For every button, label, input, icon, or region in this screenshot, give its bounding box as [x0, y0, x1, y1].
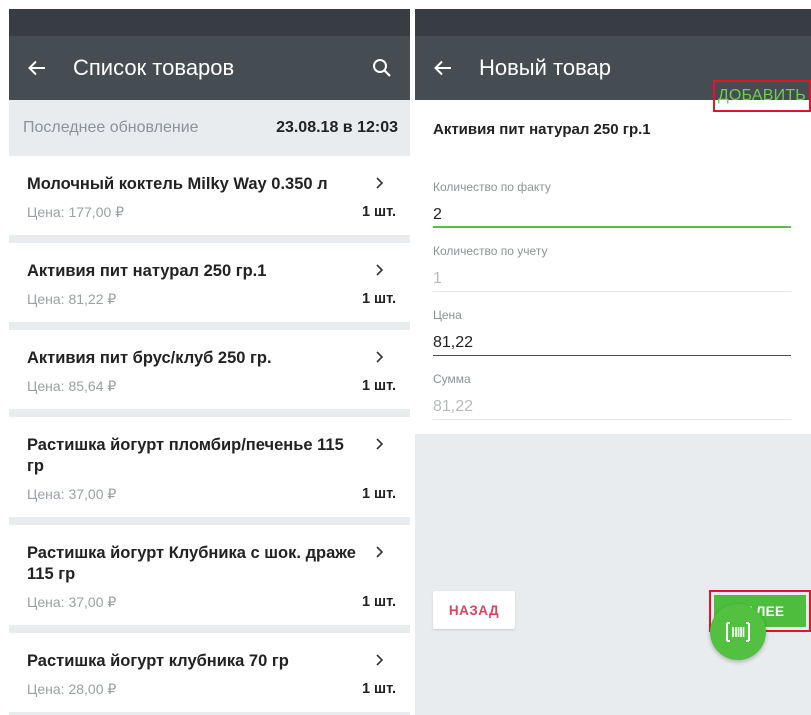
chevron-right-icon — [376, 351, 384, 363]
product-qty: 1 шт. — [361, 291, 396, 307]
product-name: Активия пит натурал 250 гр.1 — [27, 262, 267, 280]
add-button[interactable]: ДОБАВИТЬ — [712, 80, 811, 112]
product-price: Цена: 37,00 ₽ — [27, 593, 117, 610]
product-form: Активия пит натурал 250 гр.1 Количество … — [415, 100, 811, 434]
chevron-right-icon — [376, 654, 384, 666]
product-price: Цена: 85,64 ₽ — [27, 377, 117, 394]
product-name: Активия пит натурал 250 гр.1 — [433, 121, 651, 138]
list-item[interactable]: Растишка йогурт клубника 70 гр Цена: 28,… — [9, 633, 410, 712]
field-label: Количество по факту — [433, 180, 551, 194]
arrow-left-icon — [28, 60, 45, 76]
product-qty: 1 шт. — [361, 681, 396, 697]
list-item[interactable]: Активия пит брус/клуб 250 гр. Цена: 85,6… — [9, 330, 410, 409]
search-icon — [373, 59, 391, 77]
product-price: Цена: 177,00 ₽ — [27, 203, 125, 220]
chevron-right-icon — [376, 546, 384, 558]
actual-quantity-field[interactable]: Количество по факту 2 — [433, 180, 791, 228]
product-price: Цена: 37,00 ₽ — [27, 485, 117, 502]
product-price: Цена: 81,22 ₽ — [27, 290, 117, 307]
accounted-quantity-value: 1 — [433, 262, 791, 292]
field-label: Цена — [433, 308, 462, 322]
search-button[interactable] — [354, 36, 410, 100]
status-bar — [415, 9, 811, 36]
arrow-left-icon — [434, 60, 451, 76]
last-update-row: Последнее обновление 23.08.18 в 12:03 — [9, 100, 410, 156]
product-list-screen: Список товаров Последнее обновление 23.0… — [9, 9, 410, 715]
price-field[interactable]: Цена 81,22 — [433, 308, 791, 356]
back-button[interactable] — [415, 36, 471, 100]
chevron-right-icon — [376, 177, 384, 189]
list-item[interactable]: Молочный коктель Milky Way 0.350 л Цена:… — [9, 156, 410, 235]
product-name: Растишка йогурт Клубника с шок. драже 11… — [27, 544, 356, 583]
product-list: Молочный коктель Milky Way 0.350 л Цена:… — [9, 156, 410, 712]
chevron-right-icon — [376, 264, 384, 276]
field-label: Количество по учету — [433, 244, 548, 258]
page-title: Новый товар — [479, 55, 611, 80]
last-update-label: Последнее обновление — [23, 119, 199, 136]
status-bar — [9, 9, 410, 36]
sum-field: Сумма 81,22 — [433, 372, 791, 420]
accounted-quantity-field: Количество по учету 1 — [433, 244, 791, 292]
product-name: Растишка йогурт пломбир/печенье 115 гр — [27, 436, 344, 475]
back-text-button[interactable]: НАЗАД — [433, 591, 515, 629]
product-qty: 1 шт. — [361, 594, 396, 610]
back-button[interactable] — [9, 36, 65, 100]
page-title: Список товаров — [73, 55, 235, 80]
product-name: Активия пит брус/клуб 250 гр. — [27, 349, 272, 367]
product-price: Цена: 28,00 ₽ — [27, 680, 117, 697]
product-name: Растишка йогурт клубника 70 гр — [27, 652, 289, 670]
list-item[interactable]: Активия пит натурал 250 гр.1 Цена: 81,22… — [9, 243, 410, 322]
chevron-right-icon — [376, 438, 384, 450]
list-item[interactable]: Растишка йогурт Клубника с шок. драже 11… — [9, 525, 410, 625]
last-update-value: 23.08.18 в 12:03 — [276, 119, 398, 136]
new-product-screen: Новый товар ДОБАВИТЬ Активия пит натурал… — [415, 9, 811, 715]
sum-value: 81,22 — [433, 390, 791, 420]
list-item[interactable]: Растишка йогурт пломбир/печенье 115 гр Ц… — [9, 417, 410, 517]
price-input[interactable]: 81,22 — [433, 326, 791, 356]
field-label: Сумма — [433, 372, 471, 386]
barcode-scan-icon — [726, 622, 750, 642]
app-bar: Список товаров — [9, 36, 410, 100]
product-qty: 1 шт. — [361, 378, 396, 394]
product-qty: 1 шт. — [361, 204, 396, 220]
app-bar: Новый товар ДОБАВИТЬ — [415, 36, 811, 112]
barcode-scan-button[interactable] — [710, 604, 766, 660]
actual-quantity-input[interactable]: 2 — [433, 198, 791, 228]
product-qty: 1 шт. — [361, 486, 396, 502]
product-name: Молочный коктель Milky Way 0.350 л — [27, 175, 328, 193]
